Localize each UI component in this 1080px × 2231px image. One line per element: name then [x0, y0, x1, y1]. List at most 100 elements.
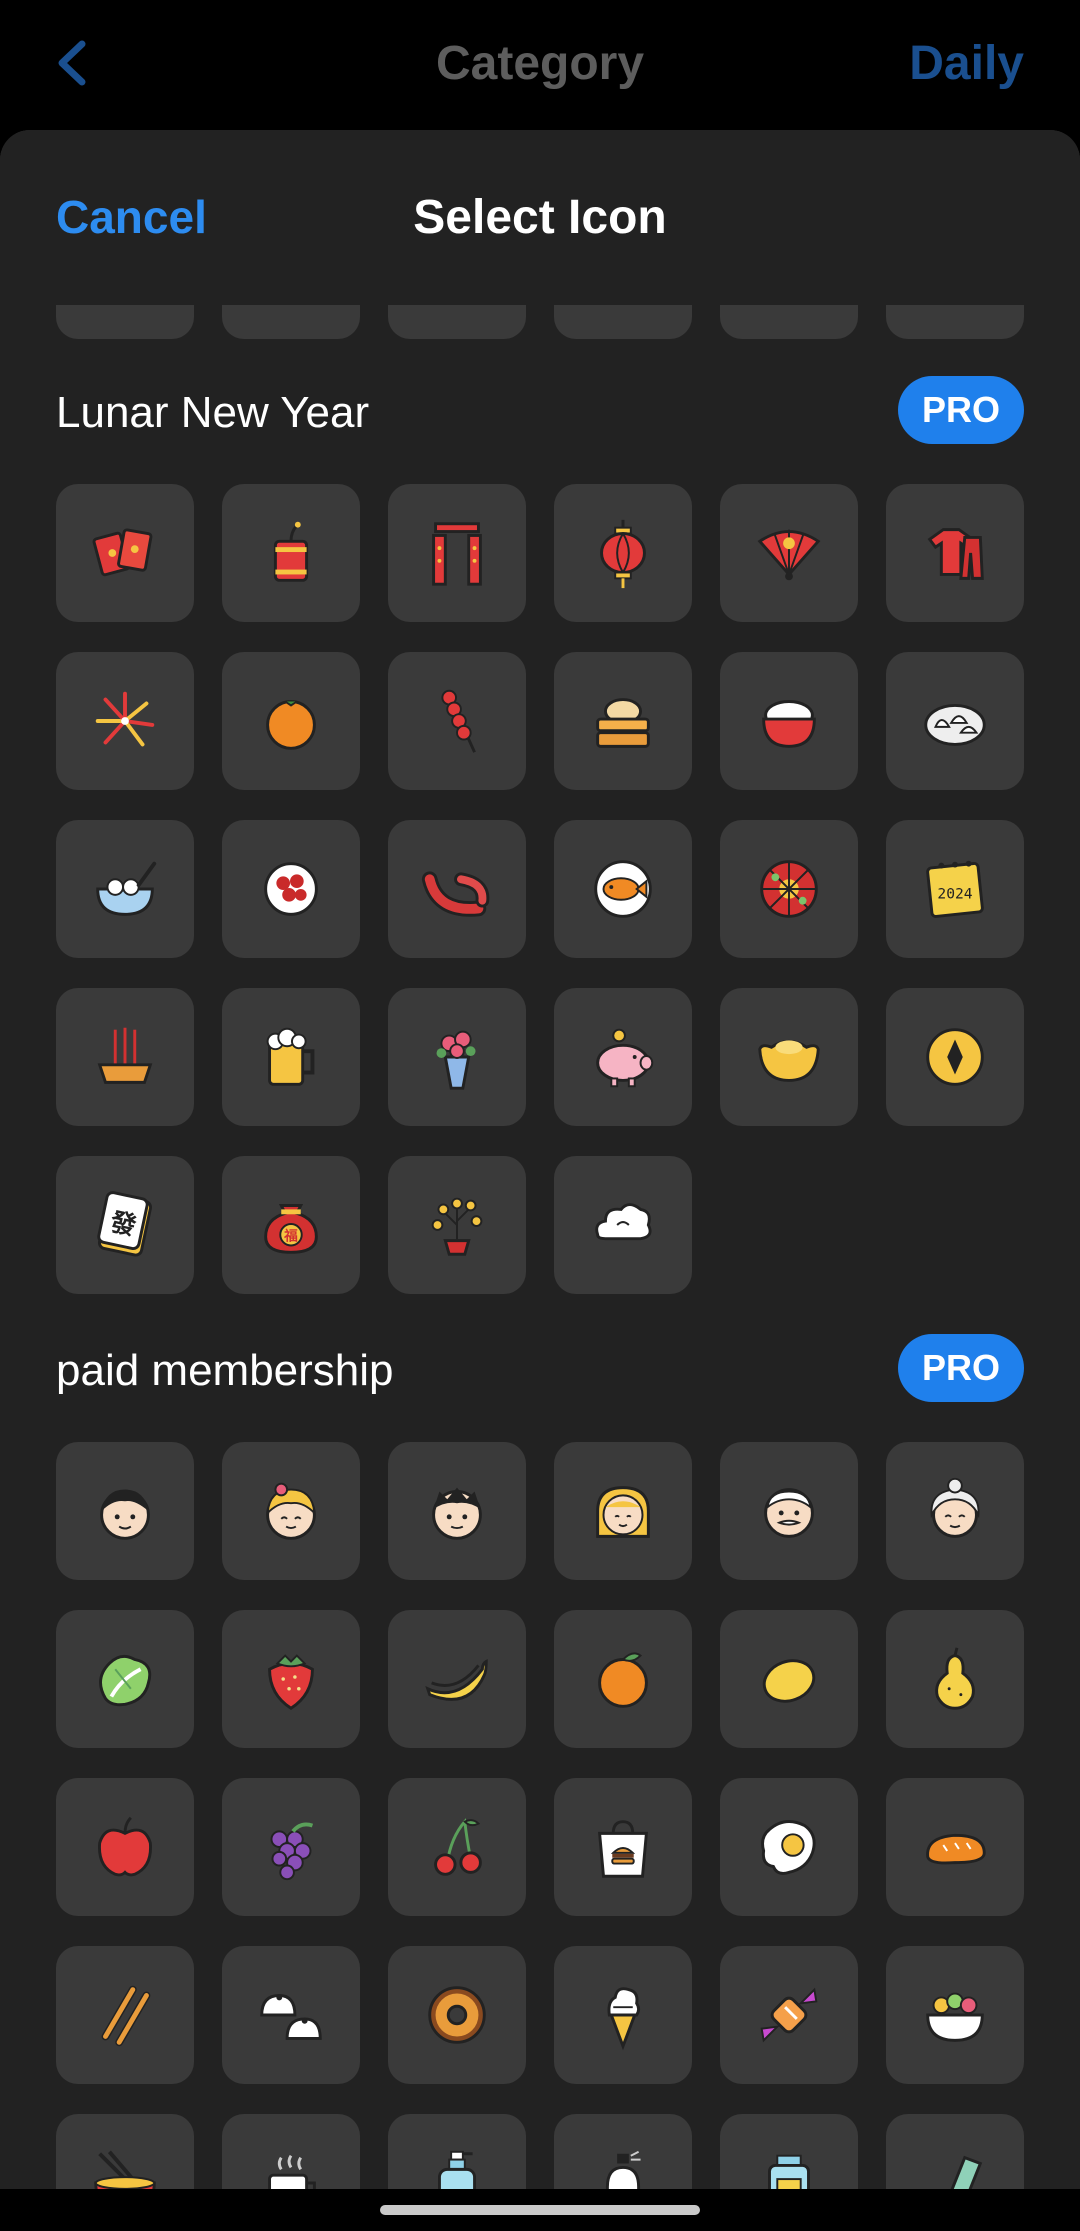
tile-grandpa-face[interactable]: [720, 1442, 858, 1580]
tile-lantern[interactable]: [554, 484, 692, 622]
tile-chopsticks[interactable]: [56, 1946, 194, 2084]
tile-calendar-2024[interactable]: 2024: [886, 820, 1024, 958]
woman-face-icon: [596, 1486, 650, 1538]
section-title-paid-membership: paid membership: [56, 1346, 394, 1395]
candy-icon: [760, 1987, 818, 2043]
tile-rice-bowl[interactable]: [720, 652, 858, 790]
buns-icon: [260, 1994, 322, 2040]
tile-grapes[interactable]: [222, 1778, 360, 1916]
tile-grandma-face[interactable]: [886, 1442, 1024, 1580]
tile-piggy-bank[interactable]: [554, 988, 692, 1126]
sausage-icon: [421, 871, 490, 917]
tile-orange[interactable]: [554, 1610, 692, 1748]
cherry-icon: [434, 1818, 482, 1876]
tile-apple[interactable]: [56, 1778, 194, 1916]
icon-tile[interactable]: [720, 305, 858, 339]
tile-ice-cream[interactable]: [554, 1946, 692, 2084]
girl-face-icon: [266, 1482, 316, 1540]
tile-strawberry[interactable]: [222, 1610, 360, 1748]
ice-cream-icon: [607, 1987, 641, 2051]
tile-candied-haws[interactable]: [388, 652, 526, 790]
bread-icon: [926, 1833, 986, 1865]
svg-text:2024: 2024: [937, 886, 972, 903]
rice-bowl-icon: [762, 700, 816, 748]
tile-auspicious-cloud[interactable]: [554, 1156, 692, 1294]
tile-donut[interactable]: [388, 1946, 526, 2084]
tile-woman-face[interactable]: [554, 1442, 692, 1580]
salad-bowl-icon: [926, 1992, 984, 2042]
tile-lemon[interactable]: [720, 1610, 858, 1748]
select-icon-sheet: Cancel Select Icon Lunar New Year PRO: [0, 130, 1080, 2231]
grandpa-face-icon: [764, 1488, 814, 1538]
tile-pear[interactable]: [886, 1610, 1024, 1748]
orange-icon: [598, 1652, 648, 1708]
tile-burger-bag[interactable]: [554, 1778, 692, 1916]
apple-icon: [98, 1816, 152, 1877]
tile-flower-bouquet[interactable]: [388, 988, 526, 1126]
tile-fruit-bowl[interactable]: [222, 820, 360, 958]
candied-haws-icon: [441, 689, 476, 753]
tile-boy-face[interactable]: [56, 1442, 194, 1580]
icon-tile[interactable]: [554, 305, 692, 339]
tile-banana[interactable]: [388, 1610, 526, 1748]
tile-salad-bowl[interactable]: [886, 1946, 1024, 2084]
tile-lucky-bag[interactable]: 福: [222, 1156, 360, 1294]
icon-tile[interactable]: [886, 305, 1024, 339]
tile-beer-mug[interactable]: [222, 988, 360, 1126]
tile-sweet-dumpling-soup[interactable]: [56, 820, 194, 958]
tile-sausage[interactable]: [388, 820, 526, 958]
tile-cherry[interactable]: [388, 1778, 526, 1916]
money-tree-icon: [431, 1197, 483, 1256]
man-face-icon: [432, 1487, 482, 1540]
chopsticks-icon: [101, 1985, 151, 2047]
tile-fish-plate[interactable]: [554, 820, 692, 958]
pear-icon: [935, 1647, 975, 1710]
grandma-face-icon: [930, 1477, 980, 1538]
lettuce-icon: [99, 1654, 152, 1707]
tile-folding-fan[interactable]: [720, 484, 858, 622]
dumplings-icon: [924, 703, 986, 746]
tile-fried-egg[interactable]: [720, 1778, 858, 1916]
sweet-dumpling-soup-icon: [96, 861, 157, 916]
tile-incense-burner[interactable]: [56, 988, 194, 1126]
pro-badge[interactable]: PRO: [898, 376, 1024, 444]
lucky-bag-icon: 福: [264, 1204, 318, 1254]
tile-candy[interactable]: [720, 1946, 858, 2084]
tile-red-clothes[interactable]: [886, 484, 1024, 622]
fried-egg-icon: [761, 1820, 816, 1875]
tile-dumplings[interactable]: [886, 652, 1024, 790]
tile-bread[interactable]: [886, 1778, 1024, 1916]
daily-button[interactable]: Daily: [909, 36, 1024, 91]
tile-girl-face[interactable]: [222, 1442, 360, 1580]
tile-firecracker[interactable]: [222, 484, 360, 622]
tile-couplets[interactable]: [388, 484, 526, 622]
tile-fireworks[interactable]: [56, 652, 194, 790]
svg-text:福: 福: [283, 1228, 298, 1245]
tile-tangerine[interactable]: [222, 652, 360, 790]
flower-bouquet-icon: [436, 1030, 476, 1090]
fireworks-icon: [95, 691, 155, 747]
tile-red-envelopes[interactable]: [56, 484, 194, 622]
firecracker-icon: [273, 521, 309, 582]
tile-lettuce[interactable]: [56, 1610, 194, 1748]
tile-steamed-bun-basket[interactable]: [554, 652, 692, 790]
tile-mahjong[interactable]: 發: [56, 1156, 194, 1294]
fish-plate-icon: [594, 860, 652, 918]
gold-ingot-icon: [758, 1039, 820, 1082]
tile-candy-tray[interactable]: [720, 820, 858, 958]
lantern-icon: [600, 519, 646, 589]
tile-gold-ingot[interactable]: [720, 988, 858, 1126]
home-indicator[interactable]: [380, 2205, 700, 2215]
mahjong-tile-icon: 發: [97, 1191, 153, 1257]
auspicious-cloud-icon: [595, 1203, 652, 1241]
icon-tile[interactable]: [56, 305, 194, 339]
tile-money-tree[interactable]: [388, 1156, 526, 1294]
tile-gold-coin[interactable]: [886, 988, 1024, 1126]
icon-tile[interactable]: [222, 305, 360, 339]
candy-tray-icon: [760, 860, 818, 918]
tile-buns[interactable]: [222, 1946, 360, 2084]
section-title-lunar-new-year: Lunar New Year: [56, 388, 370, 437]
tile-man-face[interactable]: [388, 1442, 526, 1580]
icon-tile[interactable]: [388, 305, 526, 339]
pro-badge[interactable]: PRO: [898, 1334, 1024, 1402]
